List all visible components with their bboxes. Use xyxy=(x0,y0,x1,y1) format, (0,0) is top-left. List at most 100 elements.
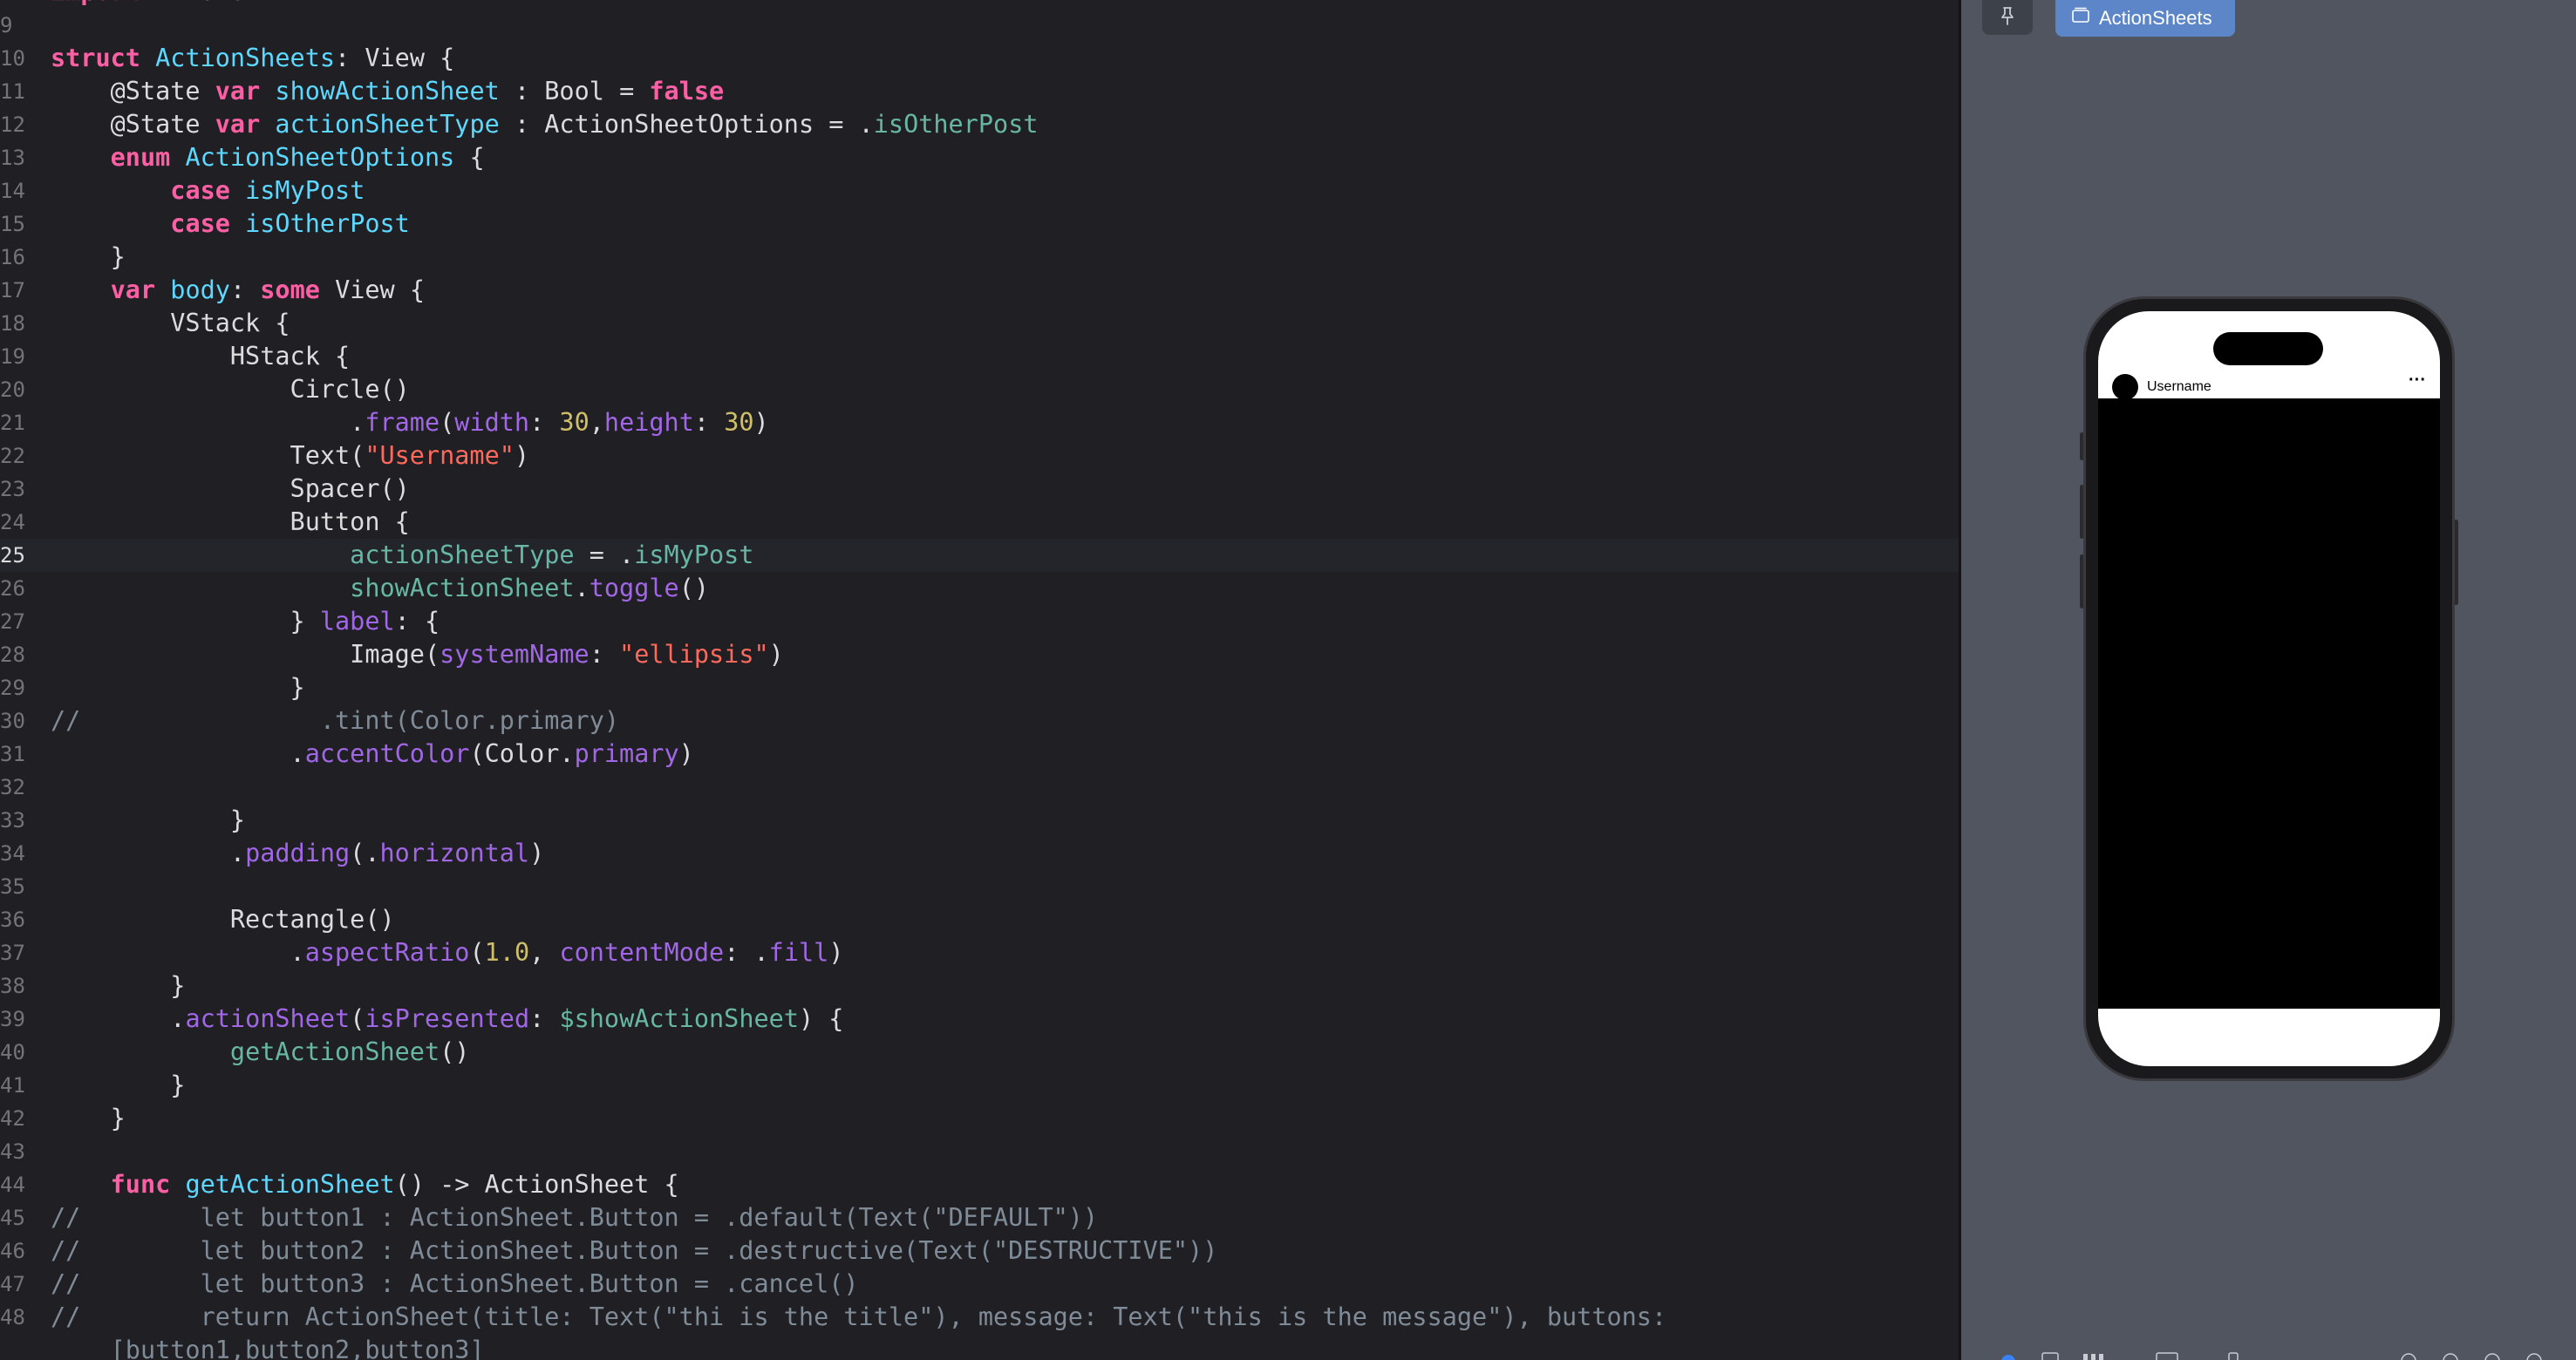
code-line[interactable]: [button1,button2,button3] xyxy=(0,1334,1959,1360)
code-line[interactable]: 16 } xyxy=(0,241,1959,274)
line-number: 32 xyxy=(0,775,25,799)
code-line[interactable]: 34 .padding(.horizontal) xyxy=(0,837,1959,870)
code-text[interactable]: .frame(width: 30,height: 30) xyxy=(51,406,769,439)
code-line[interactable]: 28 Image(systemName: "ellipsis") xyxy=(0,638,1959,671)
code-line[interactable]: 41 } xyxy=(0,1069,1959,1102)
zoom-fit-icon[interactable] xyxy=(2525,1351,2544,1360)
code-text[interactable]: .aspectRatio(1.0, contentMode: .fill) xyxy=(51,936,844,969)
code-text[interactable]: Text("Username") xyxy=(51,439,530,473)
code-line[interactable]: 25 actionSheetType = .isMyPost xyxy=(0,539,1959,572)
code-line[interactable]: 22 Text("Username") xyxy=(0,439,1959,473)
code-line[interactable]: 45 // let button1 : ActionSheet.Button = … xyxy=(0,1201,1959,1234)
zoom-out-icon[interactable] xyxy=(2399,1351,2418,1360)
code-text[interactable]: HStack { xyxy=(51,340,350,373)
code-text[interactable]: // let button3 : ActionSheet.Button = .c… xyxy=(51,1268,859,1301)
code-text[interactable]: Circle() xyxy=(51,373,410,406)
code-text[interactable]: // let button1 : ActionSheet.Button = .d… xyxy=(51,1201,1098,1234)
line-number: 10 xyxy=(0,46,25,71)
code-text[interactable]: Image(systemName: "ellipsis") xyxy=(51,638,784,671)
code-line[interactable]: 30 // .tint(Color.primary) xyxy=(0,704,1959,738)
zoom-in-icon[interactable] xyxy=(2441,1351,2460,1360)
preview-tab[interactable]: ActionSheets xyxy=(2055,0,2235,37)
code-text[interactable]: } label: { xyxy=(51,605,440,638)
code-text[interactable]: } xyxy=(51,241,126,274)
code-line[interactable]: 17 var body: some View { xyxy=(0,274,1959,307)
code-text[interactable]: // .tint(Color.primary) xyxy=(51,704,619,738)
code-line[interactable]: 13 enum ActionSheetOptions { xyxy=(0,141,1959,174)
code-line[interactable]: 20 Circle() xyxy=(0,373,1959,406)
code-text[interactable]: @State var showActionSheet : Bool = fals… xyxy=(51,75,725,108)
code-text[interactable]: } xyxy=(51,1069,185,1102)
code-line[interactable]: 23 Spacer() xyxy=(0,473,1959,506)
code-line[interactable]: 31 .accentColor(Color.primary) xyxy=(0,738,1959,771)
code-text[interactable]: // return ActionSheet(title: Text("thi i… xyxy=(51,1301,1666,1334)
device-screen[interactable]: Username ··· xyxy=(2098,311,2440,1066)
code-text[interactable]: getActionSheet() xyxy=(51,1036,470,1069)
code-line[interactable]: 37 .aspectRatio(1.0, contentMode: .fill) xyxy=(0,936,1959,969)
code-text[interactable]: func getActionSheet() -> ActionSheet { xyxy=(51,1168,679,1201)
code-text[interactable]: } xyxy=(51,1102,126,1135)
code-editor[interactable]: 8 import SwiftUI 9 10 struct ActionSheets: V… xyxy=(0,0,1959,1360)
code-line[interactable]: 40 getActionSheet() xyxy=(0,1036,1959,1069)
code-text[interactable]: case isOtherPost xyxy=(51,207,410,241)
code-line[interactable]: 44 func getActionSheet() -> ActionSheet … xyxy=(0,1168,1959,1201)
code-text[interactable]: @State var actionSheetType : ActionSheet… xyxy=(51,108,1039,141)
variants-icon[interactable] xyxy=(2082,1351,2106,1360)
code-line[interactable]: 38 } xyxy=(0,969,1959,1003)
code-line[interactable]: 18 VStack { xyxy=(0,307,1959,340)
code-text[interactable]: [button1,button2,button3] xyxy=(51,1334,485,1360)
device-settings-icon[interactable] xyxy=(2155,1351,2179,1360)
code-line[interactable]: 48 // return ActionSheet(title: Text("thi… xyxy=(0,1301,1959,1334)
code-line[interactable]: 24 Button { xyxy=(0,506,1959,539)
code-text[interactable]: var body: some View { xyxy=(51,274,425,307)
ellipsis-icon[interactable]: ··· xyxy=(2409,369,2426,391)
preview-tab-label: ActionSheets xyxy=(2099,7,2212,29)
code-line[interactable]: 14 case isMyPost xyxy=(0,174,1959,207)
code-text[interactable]: } xyxy=(51,804,245,837)
code-line[interactable]: 8 import SwiftUI xyxy=(0,0,1959,9)
code-line[interactable]: 47 // let button3 : ActionSheet.Button = … xyxy=(0,1268,1959,1301)
pin-preview-button[interactable] xyxy=(1982,0,2033,35)
code-text[interactable]: Spacer() xyxy=(51,473,410,506)
line-number: 40 xyxy=(0,1040,25,1064)
code-text[interactable]: case isMyPost xyxy=(51,174,365,207)
code-line[interactable]: 46 // let button2 : ActionSheet.Button = … xyxy=(0,1234,1959,1268)
code-line[interactable]: 27 } label: { xyxy=(0,605,1959,638)
code-text[interactable]: Button { xyxy=(51,506,410,539)
selectable-mode-icon[interactable] xyxy=(2040,1351,2061,1360)
code-text[interactable]: } xyxy=(51,671,305,704)
code-line[interactable]: 39 .actionSheet(isPresented: $showAction… xyxy=(0,1003,1959,1036)
line-number: 24 xyxy=(0,510,25,534)
code-text[interactable]: .padding(.horizontal) xyxy=(51,837,544,870)
code-line[interactable]: 35 xyxy=(0,870,1959,903)
code-line[interactable]: 12 @State var actionSheetType : ActionSh… xyxy=(0,108,1959,141)
device-picker-icon[interactable] xyxy=(2225,1351,2242,1360)
zoom-actual-size-icon[interactable] xyxy=(2483,1351,2502,1360)
live-mode-icon[interactable] xyxy=(1998,1351,2019,1360)
code-text[interactable]: Rectangle() xyxy=(51,903,395,936)
code-text[interactable]: struct ActionSheets: View { xyxy=(51,42,454,75)
code-text[interactable]: actionSheetType = .isMyPost xyxy=(51,539,753,572)
code-line[interactable]: 29 } xyxy=(0,671,1959,704)
code-line[interactable]: 32 xyxy=(0,771,1959,804)
code-text[interactable]: showActionSheet.toggle() xyxy=(51,572,709,605)
code-line[interactable]: 21 .frame(width: 30,height: 30) xyxy=(0,406,1959,439)
code-text[interactable]: enum ActionSheetOptions { xyxy=(51,141,485,174)
code-line[interactable]: 10 struct ActionSheets: View { xyxy=(0,42,1959,75)
code-line[interactable]: 15 case isOtherPost xyxy=(0,207,1959,241)
code-line[interactable]: 9 xyxy=(0,9,1959,42)
code-text[interactable]: } xyxy=(51,969,185,1003)
code-line[interactable]: 19 HStack { xyxy=(0,340,1959,373)
code-text[interactable]: .accentColor(Color.primary) xyxy=(51,738,694,771)
code-line[interactable]: 11 @State var showActionSheet : Bool = f… xyxy=(0,75,1959,108)
code-line[interactable]: 43 xyxy=(0,1135,1959,1168)
code-line[interactable]: 42 } xyxy=(0,1102,1959,1135)
code-text[interactable]: .actionSheet(isPresented: $showActionShe… xyxy=(51,1003,843,1036)
code-text[interactable]: VStack { xyxy=(51,307,290,340)
code-line[interactable]: 33 } xyxy=(0,804,1959,837)
code-text[interactable]: import SwiftUI xyxy=(51,0,260,9)
code-line[interactable]: 36 Rectangle() xyxy=(0,903,1959,936)
code-line[interactable]: 26 showActionSheet.toggle() xyxy=(0,572,1959,605)
line-number: 29 xyxy=(0,676,25,700)
code-text[interactable]: // let button2 : ActionSheet.Button = .d… xyxy=(51,1234,1217,1268)
